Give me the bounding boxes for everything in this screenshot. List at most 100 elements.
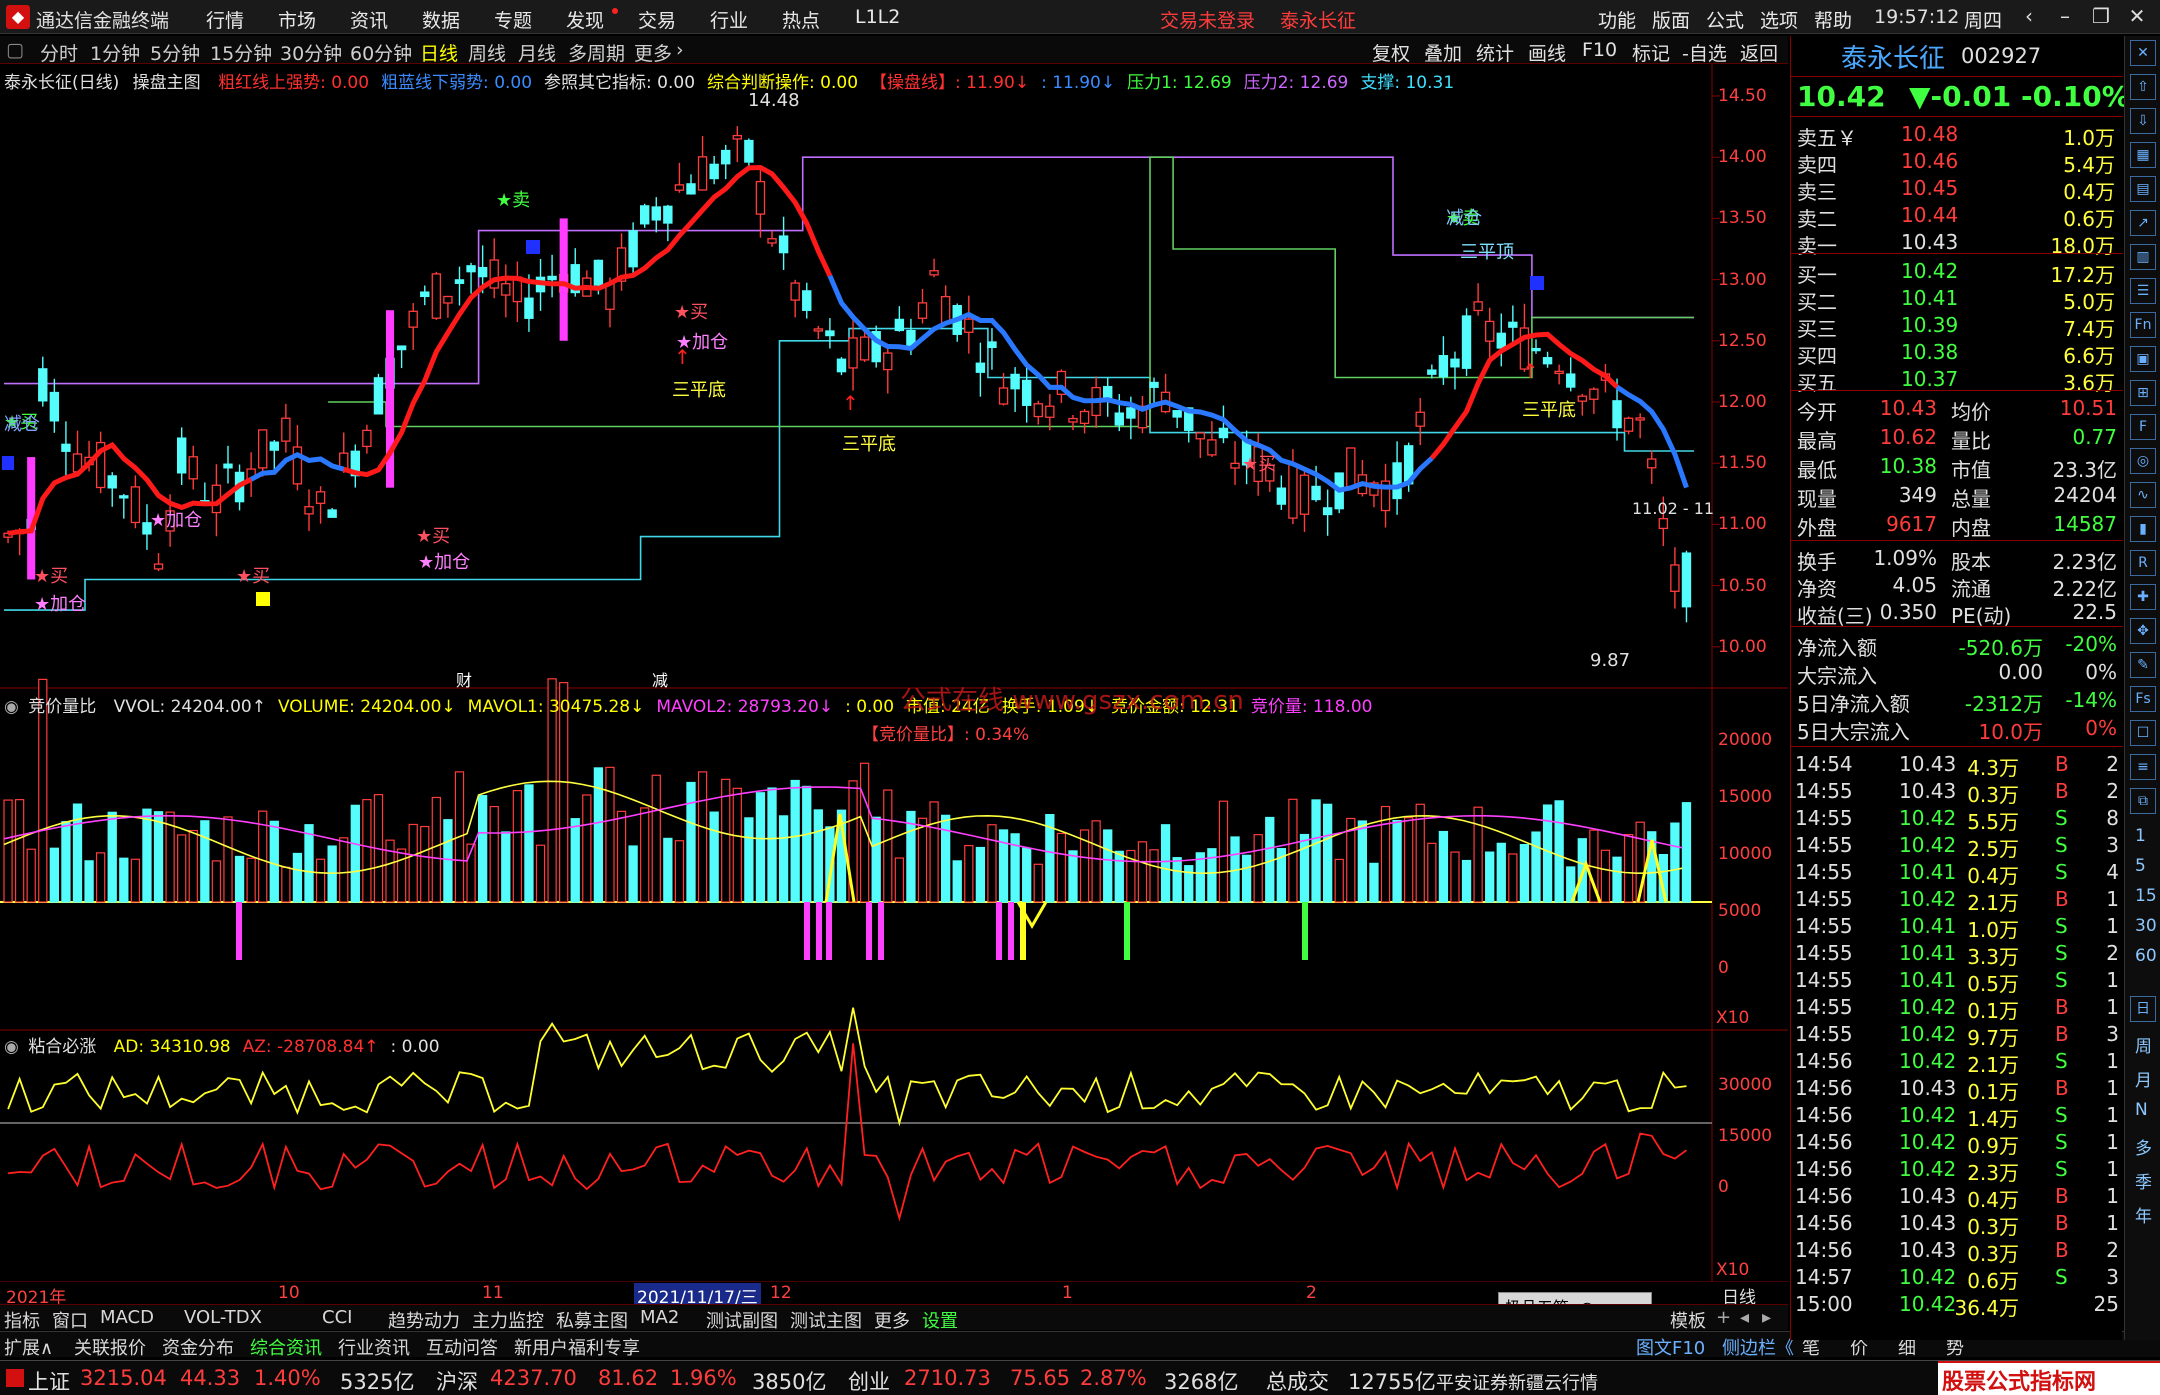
candle[interactable] — [628, 222, 638, 277]
grid-icon[interactable]: ▦ — [2130, 142, 2156, 168]
menu-redian[interactable]: 热点 — [782, 6, 820, 33]
orderbook-row[interactable]: 买五 10.37 3.6万 — [1791, 365, 2123, 395]
candle[interactable] — [1230, 441, 1240, 485]
candle[interactable] — [987, 328, 997, 370]
menu-gongneng[interactable]: 功能 — [1598, 6, 1636, 33]
ad-panel-title[interactable]: 粘合必涨 — [28, 1037, 96, 1057]
candle[interactable] — [281, 403, 291, 453]
stack-icon[interactable]: ⧉ — [2130, 788, 2156, 814]
candle[interactable] — [1357, 459, 1368, 497]
target-icon[interactable]: ◎ — [2130, 448, 2156, 474]
candle[interactable] — [1207, 421, 1217, 457]
rsi-icon[interactable]: R — [2130, 550, 2156, 576]
candle[interactable] — [547, 254, 557, 298]
menu-jiaoyi[interactable]: 交易 — [638, 6, 676, 33]
period-year[interactable]: 年 — [2135, 1202, 2152, 1227]
candle[interactable] — [778, 216, 789, 270]
candle[interactable] — [721, 144, 731, 180]
cross-icon[interactable]: ✚ — [2130, 584, 2156, 610]
candle[interactable] — [1172, 410, 1182, 428]
period-15min[interactable]: 15分钟 — [210, 39, 272, 66]
orderbook-row[interactable]: 卖一 10.43 18.0万 — [1791, 228, 2123, 258]
kline-icon[interactable]: ▥ — [2130, 244, 2156, 270]
candle[interactable] — [1010, 367, 1020, 412]
expand-icon[interactable]: ▢ — [6, 39, 24, 61]
candle[interactable] — [975, 342, 986, 397]
candle[interactable] — [1554, 364, 1564, 385]
candle[interactable] — [1322, 489, 1333, 536]
candle[interactable] — [883, 344, 893, 394]
candle[interactable] — [1149, 377, 1159, 406]
candle[interactable] — [501, 264, 511, 318]
candle[interactable] — [582, 270, 592, 297]
candle[interactable] — [223, 445, 233, 484]
candle[interactable] — [1021, 363, 1032, 423]
index-flag-icon[interactable] — [6, 1369, 24, 1387]
period-more[interactable]: 更多 — [634, 39, 672, 66]
orderbook-row[interactable]: 买三 10.39 7.4万 — [1791, 311, 2123, 341]
info-tab[interactable]: 新用户福利专享 — [514, 1334, 640, 1360]
menu-zixun[interactable]: 资讯 — [350, 6, 388, 33]
tab-template[interactable]: 模板 — [1670, 1307, 1706, 1333]
candle[interactable] — [1068, 414, 1078, 431]
sh-label[interactable]: 上证 — [28, 1366, 70, 1395]
period-fenshi[interactable]: 分时 — [40, 39, 78, 66]
candle[interactable] — [767, 230, 777, 247]
arrow-down-icon[interactable]: ⇩ — [2130, 108, 2156, 134]
candle[interactable] — [466, 262, 476, 294]
candle[interactable] — [304, 489, 314, 531]
bars-icon[interactable]: ▮ — [2130, 516, 2156, 542]
period-n[interactable]: N — [2135, 1100, 2148, 1120]
candle[interactable] — [489, 238, 499, 299]
candle[interactable] — [1496, 313, 1506, 367]
f10-icon[interactable]: F — [2130, 414, 2156, 440]
panel-toggle-icon[interactable]: ◉ — [4, 1037, 19, 1057]
candle[interactable] — [1392, 441, 1402, 515]
candle[interactable] — [929, 258, 939, 278]
indicator-tab[interactable]: 测试副图 — [706, 1307, 778, 1333]
back-icon[interactable]: ‹ — [2014, 4, 2044, 30]
period-weekly[interactable]: 周线 — [468, 39, 506, 66]
candle[interactable] — [246, 452, 256, 497]
candle[interactable] — [1623, 416, 1634, 435]
indicator-tab[interactable]: 主力监控 — [472, 1307, 544, 1333]
candle[interactable] — [651, 197, 661, 233]
login-status[interactable]: 交易未登录 — [1160, 6, 1255, 33]
indicator-tab[interactable]: VOL-TDX — [184, 1307, 262, 1328]
candle[interactable] — [1542, 351, 1553, 368]
candle[interactable] — [1473, 283, 1483, 316]
tab-scroll-right-icon[interactable]: ▸ — [1762, 1307, 1771, 1328]
chart-icon[interactable]: ▤ — [2130, 176, 2156, 202]
candle[interactable] — [373, 373, 384, 415]
period-60min[interactable]: 60分钟 — [350, 39, 412, 66]
btn-huaxian[interactable]: 画线 — [1528, 39, 1566, 66]
indicator-tab[interactable]: 设置 — [922, 1307, 958, 1333]
candle[interactable] — [1334, 472, 1344, 514]
btn-tongji[interactable]: 统计 — [1476, 39, 1514, 66]
candle[interactable] — [38, 356, 48, 407]
layer-icon[interactable]: ≡ — [2130, 754, 2156, 780]
period-1min[interactable]: 1分钟 — [90, 39, 140, 66]
vol-panel-title[interactable]: 竞价量比 — [28, 697, 96, 717]
candle[interactable] — [686, 174, 696, 195]
move-icon[interactable]: ✥ — [2130, 618, 2156, 644]
fs-icon[interactable]: Fs — [2130, 686, 2156, 712]
orderbook-row[interactable]: 卖四 10.46 5.4万 — [1791, 147, 2123, 177]
arrow-up-icon[interactable]: ⇧ — [2130, 74, 2156, 100]
candle[interactable] — [188, 445, 198, 490]
kline-chart-area[interactable]: 14.489.8711.02 - 11★卖★卖★买★买 ★买★买★买★买★加仓★加… — [0, 64, 1788, 1282]
wave-icon[interactable]: ∿ — [2130, 482, 2156, 508]
tab-scroll-left-icon[interactable]: ◂ — [1740, 1307, 1749, 1328]
btn-f10[interactable]: F10 — [1582, 39, 1617, 61]
candle[interactable] — [153, 553, 164, 572]
period-daily[interactable]: 日线 — [420, 39, 458, 66]
candle[interactable] — [327, 508, 337, 518]
candle[interactable] — [1045, 394, 1055, 431]
menu-faxian[interactable]: 发现 — [566, 6, 604, 33]
candle[interactable] — [917, 288, 928, 324]
candle[interactable] — [396, 345, 407, 369]
minimize-icon[interactable]: – — [2050, 4, 2080, 30]
trend-icon[interactable]: ↗ — [2130, 210, 2156, 236]
period-season[interactable]: 季 — [2135, 1168, 2152, 1193]
period-day[interactable]: 日 — [2130, 996, 2156, 1022]
